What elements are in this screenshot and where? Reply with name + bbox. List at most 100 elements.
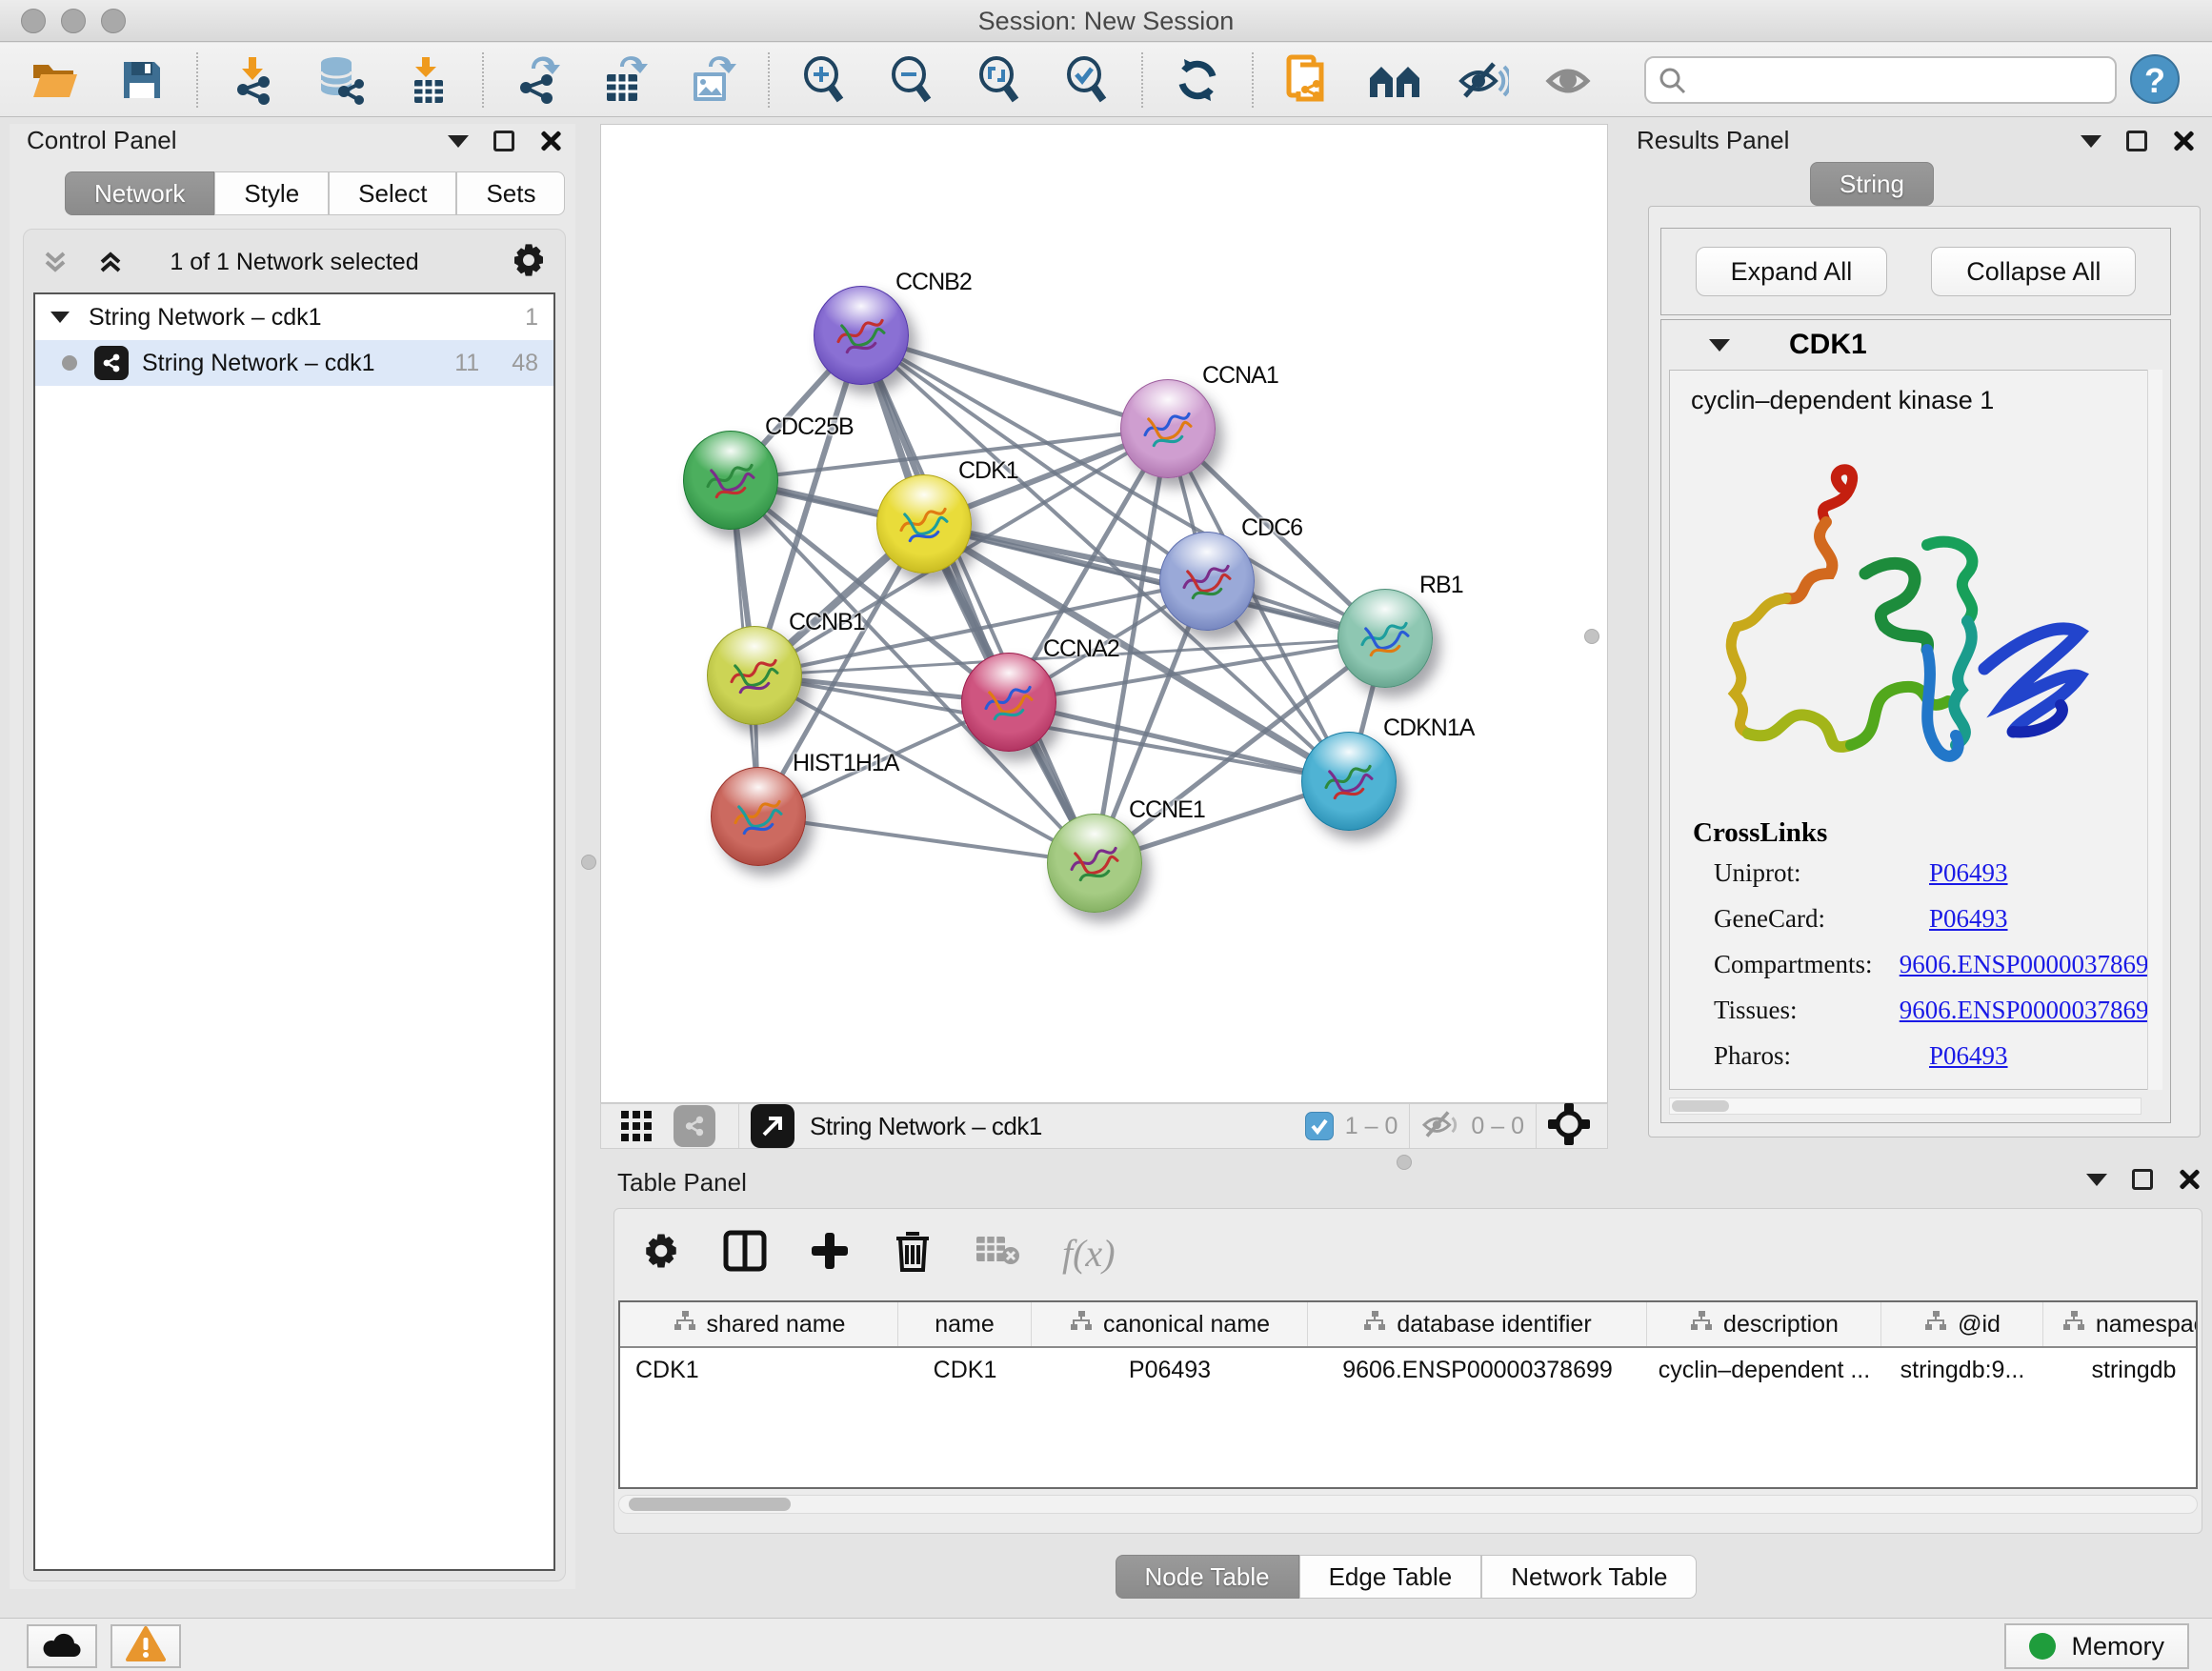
network-node-CDK1[interactable] <box>876 474 972 574</box>
column-header[interactable]: shared name <box>620 1302 898 1346</box>
graphics-details-icon[interactable] <box>614 1107 658 1145</box>
network-node-CCNA2[interactable] <box>961 653 1056 752</box>
network-edge[interactable] <box>758 816 1095 863</box>
table-options-gear-icon[interactable] <box>641 1231 681 1276</box>
show-columns-icon[interactable] <box>723 1230 767 1277</box>
show-hidden-button[interactable] <box>1543 52 1599 108</box>
network-collection-row[interactable]: String Network – cdk1 1 <box>35 294 553 340</box>
import-table-button[interactable] <box>400 52 455 108</box>
network-node-CDC6[interactable] <box>1159 532 1255 631</box>
network-node-CDKN1A[interactable] <box>1301 732 1397 831</box>
network-edge[interactable] <box>861 335 1095 863</box>
table-horizontal-scrollbar[interactable] <box>618 1495 2198 1514</box>
export-network-button[interactable] <box>511 52 566 108</box>
table-row[interactable]: CDK1CDK1P064939606.ENSP00000378699cyclin… <box>620 1348 2196 1392</box>
crosslink-value-link[interactable]: 9606.ENSP00000378699 <box>1900 996 2162 1025</box>
cloud-status-button[interactable] <box>27 1624 97 1668</box>
column-header[interactable]: description <box>1647 1302 1881 1346</box>
crosslink-row: Tissues:9606.ENSP00000378699 <box>1693 996 2162 1025</box>
network-row[interactable]: String Network – cdk1 11 48 <box>35 340 553 386</box>
column-header[interactable]: canonical name <box>1032 1302 1308 1346</box>
network-edge[interactable] <box>1009 702 1349 781</box>
string-style-icon[interactable] <box>674 1105 715 1147</box>
zoom-out-button[interactable] <box>884 52 939 108</box>
close-panel-icon[interactable] <box>2178 1168 2201 1191</box>
column-header[interactable]: database identifier <box>1308 1302 1647 1346</box>
column-header[interactable]: name <box>898 1302 1032 1346</box>
welcome-screen-button[interactable] <box>1368 52 1423 108</box>
panel-menu-icon[interactable] <box>2081 135 2101 148</box>
open-folder-icon <box>30 59 79 101</box>
float-panel-icon[interactable] <box>2126 131 2147 151</box>
left-splitter-handle[interactable] <box>581 855 596 870</box>
tab-string[interactable]: String <box>1810 162 1934 206</box>
right-splitter-handle[interactable] <box>1584 629 1599 644</box>
collection-expander-icon[interactable] <box>50 312 70 323</box>
detach-view-icon[interactable] <box>751 1104 794 1148</box>
zoom-in-button[interactable] <box>796 52 852 108</box>
refresh-view-button[interactable] <box>1170 52 1225 108</box>
crosslink-value-link[interactable]: P06493 <box>1929 858 2008 888</box>
search-icon <box>1658 66 1688 101</box>
column-header[interactable]: @id <box>1881 1302 2043 1346</box>
memory-status-dot <box>2029 1633 2056 1660</box>
network-node-CCNB2[interactable] <box>814 286 909 385</box>
open-session-button[interactable] <box>27 52 82 108</box>
tab-node-table[interactable]: Node Table <box>1116 1555 1299 1599</box>
close-panel-icon[interactable] <box>2172 130 2195 152</box>
column-header[interactable]: namespac <box>2043 1302 2198 1346</box>
protein-structure-thumbnail <box>697 448 764 514</box>
export-image-icon <box>690 55 737 105</box>
toolbar-search[interactable] <box>1644 56 2117 104</box>
import-network-database-button[interactable] <box>312 52 368 108</box>
float-panel-icon[interactable] <box>493 131 514 151</box>
tab-select[interactable]: Select <box>329 171 456 215</box>
table-cell: CDK1 <box>620 1348 898 1392</box>
memory-button[interactable]: Memory <box>2004 1623 2189 1669</box>
export-image-button[interactable] <box>686 52 741 108</box>
save-session-button[interactable] <box>114 52 170 108</box>
network-canvas[interactable]: CCNB2CCNA1CDC25BCDK1CDC6RB1CCNB1CCNA2CDK… <box>600 124 1608 1103</box>
tab-sets[interactable]: Sets <box>456 171 565 215</box>
gene-section-header[interactable]: CDK1 <box>1661 320 2170 370</box>
zoom-selected-button[interactable] <box>1059 52 1115 108</box>
delete-column-icon[interactable] <box>893 1228 933 1278</box>
add-column-icon[interactable] <box>809 1230 851 1277</box>
section-expander-icon[interactable] <box>1709 339 1730 352</box>
tab-network[interactable]: Network <box>65 171 214 215</box>
network-node-CCNB1[interactable] <box>707 626 802 725</box>
zoom-fit-button[interactable] <box>972 52 1027 108</box>
import-network-file-button[interactable] <box>225 52 280 108</box>
clone-network-button[interactable] <box>1280 52 1336 108</box>
close-panel-icon[interactable] <box>539 130 562 152</box>
window-titlebar: Session: New Session <box>0 0 2212 42</box>
panel-menu-icon[interactable] <box>448 135 469 148</box>
selected-count-checkbox[interactable] <box>1305 1112 1334 1140</box>
help-button[interactable]: ? <box>2130 54 2180 104</box>
search-input[interactable] <box>1644 56 2117 104</box>
crosslink-value-link[interactable]: P06493 <box>1929 1041 2008 1071</box>
collapse-all-button[interactable]: Collapse All <box>1931 247 2136 296</box>
tab-edge-table[interactable]: Edge Table <box>1299 1555 1482 1599</box>
export-table-button[interactable] <box>598 52 654 108</box>
warnings-button[interactable] <box>111 1624 181 1668</box>
network-node-label: HIST1H1A <box>793 750 898 777</box>
crosslink-value-link[interactable]: 9606.ENSP00000378699 <box>1900 950 2162 979</box>
network-edge-count: 48 <box>512 350 538 377</box>
expand-all-button[interactable]: Expand All <box>1696 247 1888 296</box>
tab-style[interactable]: Style <box>214 171 329 215</box>
tab-network-table[interactable]: Network Table <box>1481 1555 1697 1599</box>
crosslink-value-link[interactable]: P06493 <box>1929 904 2008 934</box>
hide-selected-button[interactable] <box>1456 52 1511 108</box>
network-node-CCNE1[interactable] <box>1047 814 1142 913</box>
results-horizontal-scrollbar[interactable] <box>1669 1097 2142 1115</box>
panel-menu-icon[interactable] <box>2086 1174 2107 1186</box>
network-node-CCNA1[interactable] <box>1120 379 1216 478</box>
protein-structure-thumbnail <box>1316 749 1382 815</box>
network-node-HIST1H1A[interactable] <box>711 767 806 866</box>
network-node-CDC25B[interactable] <box>683 431 778 530</box>
center-view-icon[interactable] <box>1548 1103 1590 1150</box>
results-vertical-scrollbar[interactable] <box>2147 370 2162 1090</box>
float-panel-icon[interactable] <box>2132 1169 2153 1190</box>
network-node-RB1[interactable] <box>1337 589 1433 688</box>
